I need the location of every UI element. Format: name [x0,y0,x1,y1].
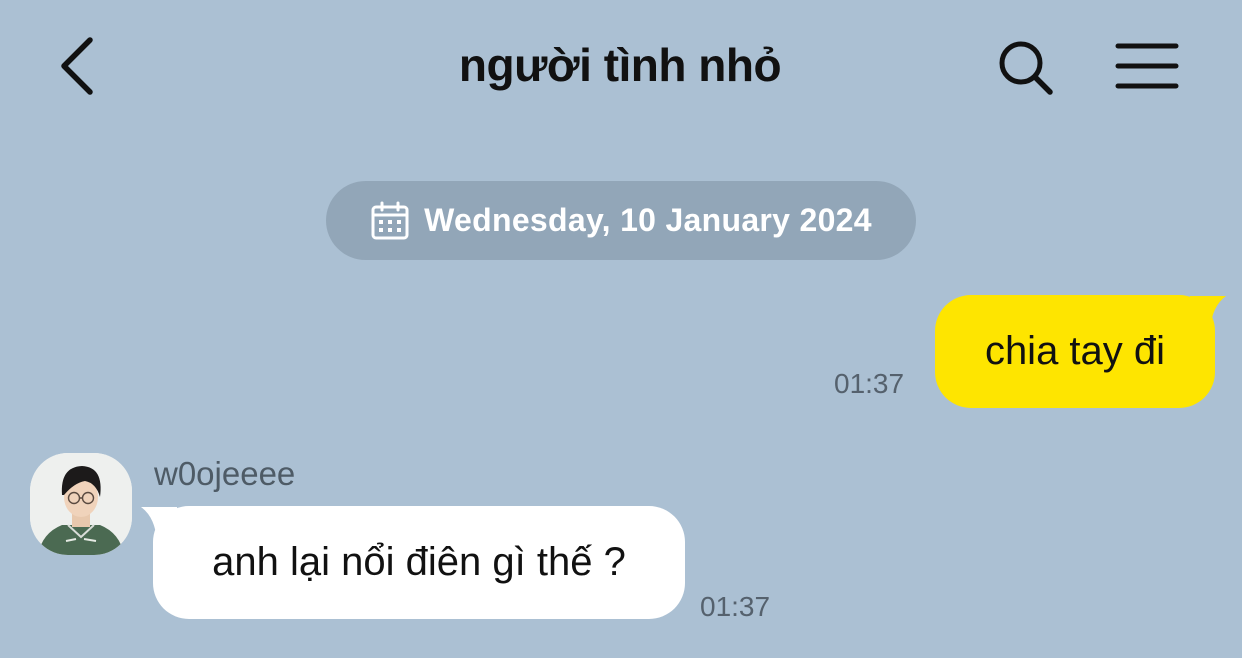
back-button[interactable] [52,34,108,98]
incoming-message-time: 01:37 [700,591,771,622]
sender-name: w0ojeeee [154,455,296,492]
incoming-message-bubble[interactable]: anh lại nổi điên gì thế ? [153,506,685,619]
chat-screen: người tình nhỏ Wednesday, 10 January 202… [0,0,1242,658]
profile-photo [30,453,132,555]
avatar[interactable] [30,453,132,555]
date-label: Wednesday, 10 January 2024 [424,202,872,238]
outgoing-message-text: chia tay đi [984,329,1166,373]
search-button[interactable] [994,36,1058,100]
calendar-icon [371,201,409,239]
menu-button[interactable] [1112,38,1182,94]
outgoing-message-bubble[interactable]: chia tay đi [935,295,1215,408]
hamburger-menu-icon [1115,43,1179,89]
chevron-left-icon [61,37,93,95]
outgoing-message-time: 01:37 [834,368,905,399]
incoming-message-text: anh lại nổi điên gì thế ? [212,540,626,584]
search-icon [999,41,1053,95]
chat-title: người tình nhỏ [458,39,782,91]
date-divider: Wednesday, 10 January 2024 [326,181,916,260]
